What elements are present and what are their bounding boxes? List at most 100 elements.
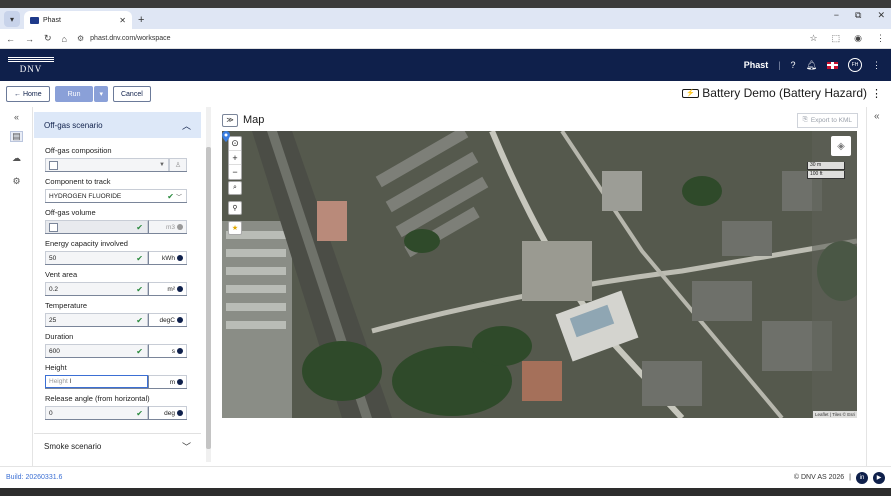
offgas-section-header[interactable]: Off-gas scenario ︿ [34, 112, 201, 138]
run-options-dropdown[interactable]: ▾ [94, 86, 108, 102]
info-icon[interactable] [177, 410, 183, 416]
layers-icon[interactable]: ◈ [831, 136, 851, 156]
scrollbar-thumb[interactable] [206, 147, 211, 449]
vent-unit[interactable]: m² [148, 282, 187, 295]
panel-scrollbar[interactable] [206, 107, 211, 462]
place-marker-icon[interactable]: ⚲ [228, 201, 242, 215]
url-field[interactable]: ⚙ phast.dnv.com/workspace [77, 34, 171, 43]
map-view[interactable]: ⊙ + − ⌕ ⚲ ★ ◈ 30 m 100 ft Leaflet | Tile… [222, 131, 857, 418]
composition-checkbox[interactable] [49, 160, 58, 170]
angle-input[interactable]: 0 ✔ [45, 406, 148, 419]
close-tab-icon[interactable]: ✕ [119, 16, 126, 25]
chevron-down-icon[interactable]: ▼ [159, 162, 165, 168]
cancel-button[interactable]: Cancel [112, 86, 151, 102]
chevron-up-icon[interactable]: ︿ [182, 119, 191, 132]
youtube-icon[interactable]: ▶ [873, 471, 885, 484]
info-icon[interactable] [177, 348, 183, 354]
scale-feet: 100 ft [807, 171, 845, 179]
height-unit[interactable]: m [148, 375, 187, 388]
weather-icon[interactable]: ☁ [11, 153, 22, 164]
os-top-strip [0, 0, 891, 8]
chevron-down-icon[interactable]: ﹀ [176, 192, 182, 201]
info-icon[interactable] [177, 317, 183, 323]
energy-input[interactable]: 50 ✔ [45, 251, 148, 264]
duration-unit[interactable]: s [148, 344, 187, 357]
energy-unit[interactable]: kWh [148, 251, 187, 264]
footer: Build: 20260331.6 © DNV AS 2026 | in ▶ [0, 466, 891, 488]
volume-input[interactable]: ✔ [45, 220, 148, 233]
site-info-icon[interactable]: ⚙ [77, 34, 84, 43]
url-text: phast.dnv.com/workspace [90, 35, 171, 42]
notification-bell-icon[interactable]: 🔔︎ [806, 60, 817, 71]
help-icon[interactable]: ? [791, 60, 796, 70]
browser-menu-icon[interactable]: ⋮ [876, 33, 885, 44]
component-label: Component to track [45, 177, 111, 186]
zoom-in-button[interactable]: + [229, 151, 241, 165]
reload-icon[interactable]: ↻ [44, 33, 52, 44]
close-window-icon[interactable]: ✕ [877, 10, 885, 21]
new-tab-icon[interactable]: + [138, 14, 144, 26]
smoke-section-header[interactable]: Smoke scenario ﹀ [34, 433, 201, 459]
run-button[interactable]: Run [54, 86, 94, 102]
app-header: DNV Phast | ? 🔔︎ FH ⋮ [0, 49, 891, 81]
chevron-down-icon[interactable]: ﹀ [182, 440, 191, 453]
home-icon[interactable]: ⌂ [62, 34, 67, 44]
zoom-out-button[interactable]: − [229, 165, 241, 179]
map-header: ≫ Map ⎘ Export to KML [222, 110, 858, 130]
satellite-imagery [222, 131, 857, 418]
extensions-icon[interactable]: ⬚ [832, 33, 841, 44]
info-icon[interactable] [177, 286, 183, 292]
angle-unit[interactable]: deg [148, 406, 187, 419]
uk-flag-icon[interactable] [827, 61, 838, 69]
check-icon: ✔ [136, 315, 143, 325]
collapse-map-icon[interactable]: ≫ [222, 113, 238, 127]
scenario-list-icon[interactable]: ▤ [10, 131, 23, 142]
bookmark-star-icon[interactable]: ☆ [810, 33, 818, 44]
profile-icon[interactable]: ◉ [854, 33, 862, 44]
vent-input[interactable]: 0.2 ✔ [45, 282, 148, 295]
vent-label: Vent area [45, 270, 78, 279]
browser-tab[interactable]: Phast ✕ [24, 11, 132, 29]
export-kml-button[interactable]: ⎘ Export to KML [796, 112, 858, 128]
volume-label: Off-gas volume [45, 208, 96, 217]
component-select[interactable]: HYDROGEN FLUORIDE ✔ ﹀ [45, 189, 187, 202]
left-rail: « ▤ ☁ ⚙ [0, 107, 33, 466]
info-icon[interactable] [177, 255, 183, 261]
app-menu-icon[interactable]: ⋮ [872, 60, 881, 71]
minimize-icon[interactable]: − [834, 10, 839, 21]
check-icon: ✔ [136, 346, 143, 356]
component-row: HYDROGEN FLUORIDE ✔ ﹀ [45, 189, 187, 203]
zoom-controls: ⊙ + − [228, 136, 242, 180]
map-search-icon[interactable]: ⌕ [228, 181, 242, 195]
composition-row: ▼ ♙ [45, 158, 187, 172]
tab-search-icon[interactable]: ▾ [4, 11, 20, 27]
check-icon: ✔ [136, 222, 143, 232]
temperature-unit[interactable]: degC [148, 313, 187, 326]
linkedin-icon[interactable]: in [856, 471, 868, 484]
composition-select[interactable]: ▼ [45, 158, 169, 171]
user-lock-icon[interactable]: ♙ [169, 158, 187, 171]
vent-row: 0.2 ✔ m² [45, 282, 187, 296]
info-icon[interactable] [177, 224, 183, 230]
collapse-left-icon[interactable]: « [11, 111, 22, 122]
location-marker-icon[interactable] [222, 131, 230, 142]
user-avatar[interactable]: FH [848, 58, 862, 72]
maximize-icon[interactable]: ⧉ [855, 10, 861, 21]
settings-icon[interactable]: ⚙ [11, 176, 22, 187]
home-button[interactable]: ← Home [6, 86, 50, 102]
volume-checkbox[interactable] [49, 222, 58, 232]
volume-unit[interactable]: m3 [148, 220, 187, 233]
info-icon[interactable] [177, 379, 183, 385]
back-icon[interactable]: ← [6, 34, 15, 44]
height-input[interactable]: Height I [45, 375, 148, 388]
duration-input[interactable]: 600 ✔ [45, 344, 148, 357]
forward-icon[interactable]: → [25, 34, 34, 44]
temperature-input[interactable]: 25 ✔ [45, 313, 148, 326]
dnv-logo[interactable]: DNV [8, 52, 54, 78]
document-menu-icon[interactable]: ⋮ [871, 87, 882, 100]
volume-row: ✔ m3 [45, 220, 187, 234]
favorite-star-icon[interactable]: ★ [228, 221, 242, 235]
collapse-right-icon[interactable]: « [874, 111, 880, 122]
map-attribution[interactable]: Leaflet | Tiles © Esri [813, 411, 857, 418]
locate-icon[interactable]: ⊙ [229, 137, 241, 151]
